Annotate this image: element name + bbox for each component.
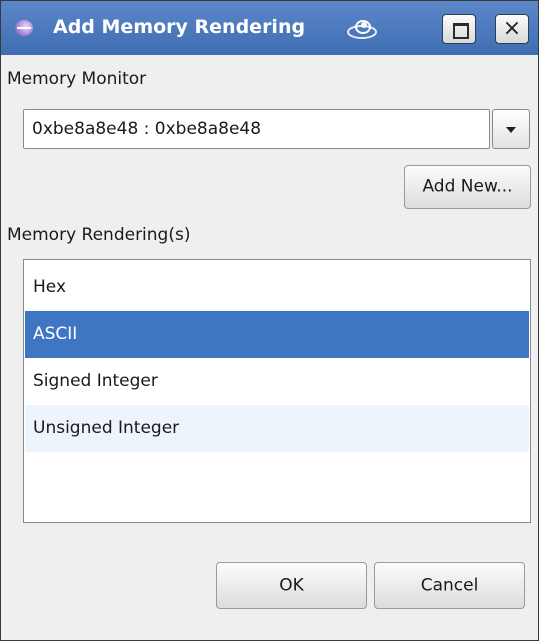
eclipse-app-icon xyxy=(15,20,33,36)
list-item-ascii[interactable]: ASCII xyxy=(25,311,529,358)
cancel-label: Cancel xyxy=(420,575,479,595)
chevron-down-icon xyxy=(506,127,516,133)
close-button[interactable]: × xyxy=(495,14,529,44)
list-item-label: Hex xyxy=(33,277,67,297)
add-new-button[interactable]: Add New... xyxy=(404,165,531,209)
memory-monitor-dropdown-button[interactable] xyxy=(492,109,530,149)
memory-monitor-combo[interactable]: 0xbe8a8e48 : 0xbe8a8e48 xyxy=(23,109,490,149)
list-item-signed-integer[interactable]: Signed Integer xyxy=(25,358,529,405)
list-item-label: ASCII xyxy=(33,324,78,344)
add-new-label: Add New... xyxy=(422,176,513,197)
ok-button[interactable]: OK xyxy=(216,562,367,609)
close-icon: × xyxy=(502,16,522,41)
cancel-button[interactable]: Cancel xyxy=(374,562,525,609)
list-item-unsigned-integer[interactable]: Unsigned Integer xyxy=(25,405,529,452)
list-item-hex[interactable]: Hex xyxy=(25,264,529,311)
maximize-icon xyxy=(453,23,469,39)
list-item-label: Unsigned Integer xyxy=(33,418,180,438)
memory-renderings-list[interactable]: Hex ASCII Signed Integer Unsigned Intege… xyxy=(23,259,531,523)
dialog-title: Add Memory Rendering xyxy=(53,16,306,38)
gnome-swirl-icon xyxy=(347,20,377,39)
list-item-label: Signed Integer xyxy=(33,371,158,391)
title-bar[interactable]: Add Memory Rendering × xyxy=(1,1,538,55)
memory-monitor-label: Memory Monitor xyxy=(7,69,147,89)
ok-label: OK xyxy=(279,575,304,595)
add-memory-rendering-dialog: Add Memory Rendering × Memory Monitor 0x… xyxy=(0,0,539,641)
memory-renderings-label: Memory Rendering(s) xyxy=(7,225,191,245)
maximize-button[interactable] xyxy=(442,14,476,44)
memory-monitor-value: 0xbe8a8e48 : 0xbe8a8e48 xyxy=(32,119,262,139)
